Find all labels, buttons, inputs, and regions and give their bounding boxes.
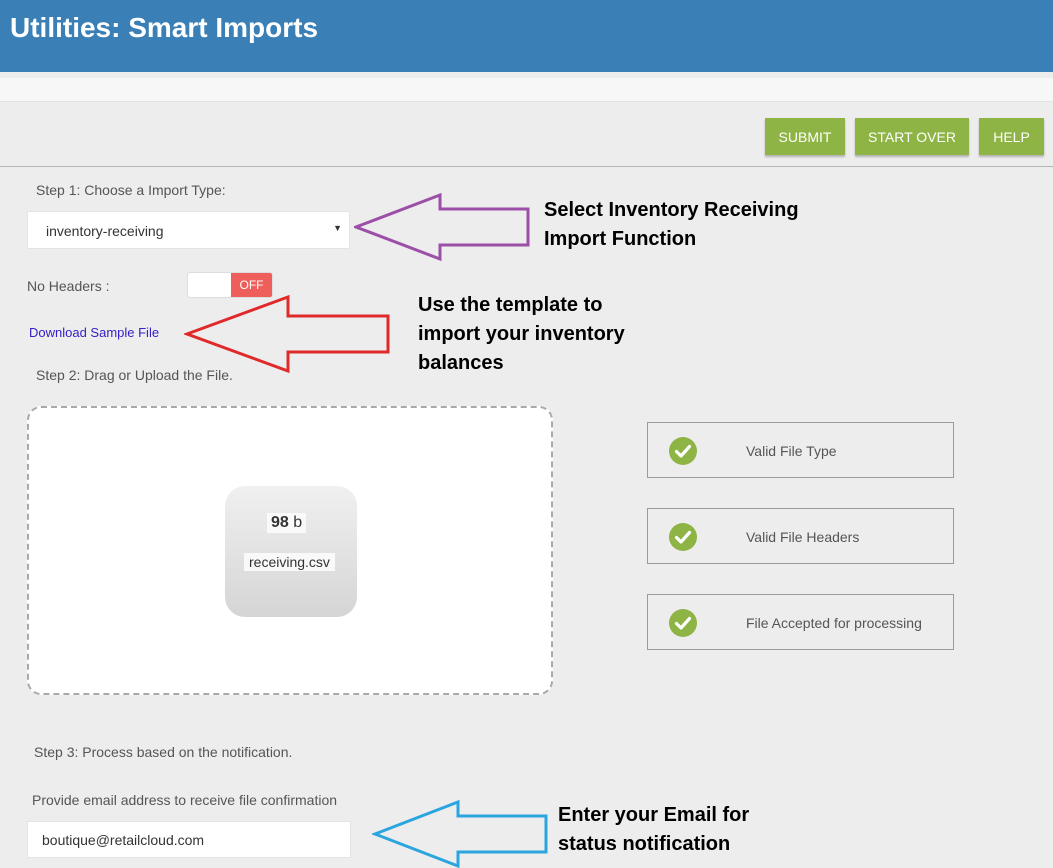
import-type-value: inventory-receiving <box>46 223 164 239</box>
check-valid-file-headers: Valid File Headers <box>647 508 954 564</box>
annotation-email: Enter your Email for status notification <box>558 804 750 855</box>
check-circle-icon <box>669 523 697 551</box>
step1-label: Step 1: Choose a Import Type: <box>36 182 226 198</box>
file-size: 98 b <box>267 513 307 533</box>
no-headers-label: No Headers : <box>27 278 110 294</box>
red-arrow-icon <box>184 294 390 374</box>
step3-label: Step 3: Process based on the notificatio… <box>34 744 293 760</box>
check-valid-file-type: Valid File Type <box>647 422 954 478</box>
file-name: receiving.csv <box>244 553 335 571</box>
purple-arrow-icon <box>354 193 530 261</box>
app-header: Utilities: Smart Imports <box>0 0 1053 72</box>
check-label: File Accepted for processing <box>746 615 922 631</box>
caret-down-icon: ▼ <box>333 223 342 233</box>
check-circle-icon <box>669 437 697 465</box>
check-label: Valid File Headers <box>746 529 860 545</box>
download-sample-link[interactable]: Download Sample File <box>29 325 159 340</box>
check-file-accepted: File Accepted for processing <box>647 594 954 650</box>
submit-button[interactable]: SUBMIT <box>765 118 845 155</box>
sub-bar <box>0 78 1053 102</box>
page-title: Utilities: Smart Imports <box>10 12 319 43</box>
file-dropzone[interactable]: 98 b receiving.csv <box>27 406 553 695</box>
annotation-select: Select Inventory Receiving Import Functi… <box>544 199 799 250</box>
check-circle-icon <box>669 609 697 637</box>
import-type-select[interactable]: inventory-receiving ▼ <box>27 211 350 249</box>
start-over-button[interactable]: START OVER <box>855 118 969 155</box>
blue-arrow-icon <box>372 800 548 868</box>
check-label: Valid File Type <box>746 443 837 459</box>
email-label: Provide email address to receive file co… <box>32 792 338 808</box>
toolbar-divider <box>0 166 1053 167</box>
email-input[interactable] <box>27 821 351 858</box>
file-preview: 98 b receiving.csv <box>225 486 357 617</box>
help-button[interactable]: HELP <box>979 118 1044 155</box>
annotation-template: Use the template to import your inventor… <box>418 294 625 374</box>
